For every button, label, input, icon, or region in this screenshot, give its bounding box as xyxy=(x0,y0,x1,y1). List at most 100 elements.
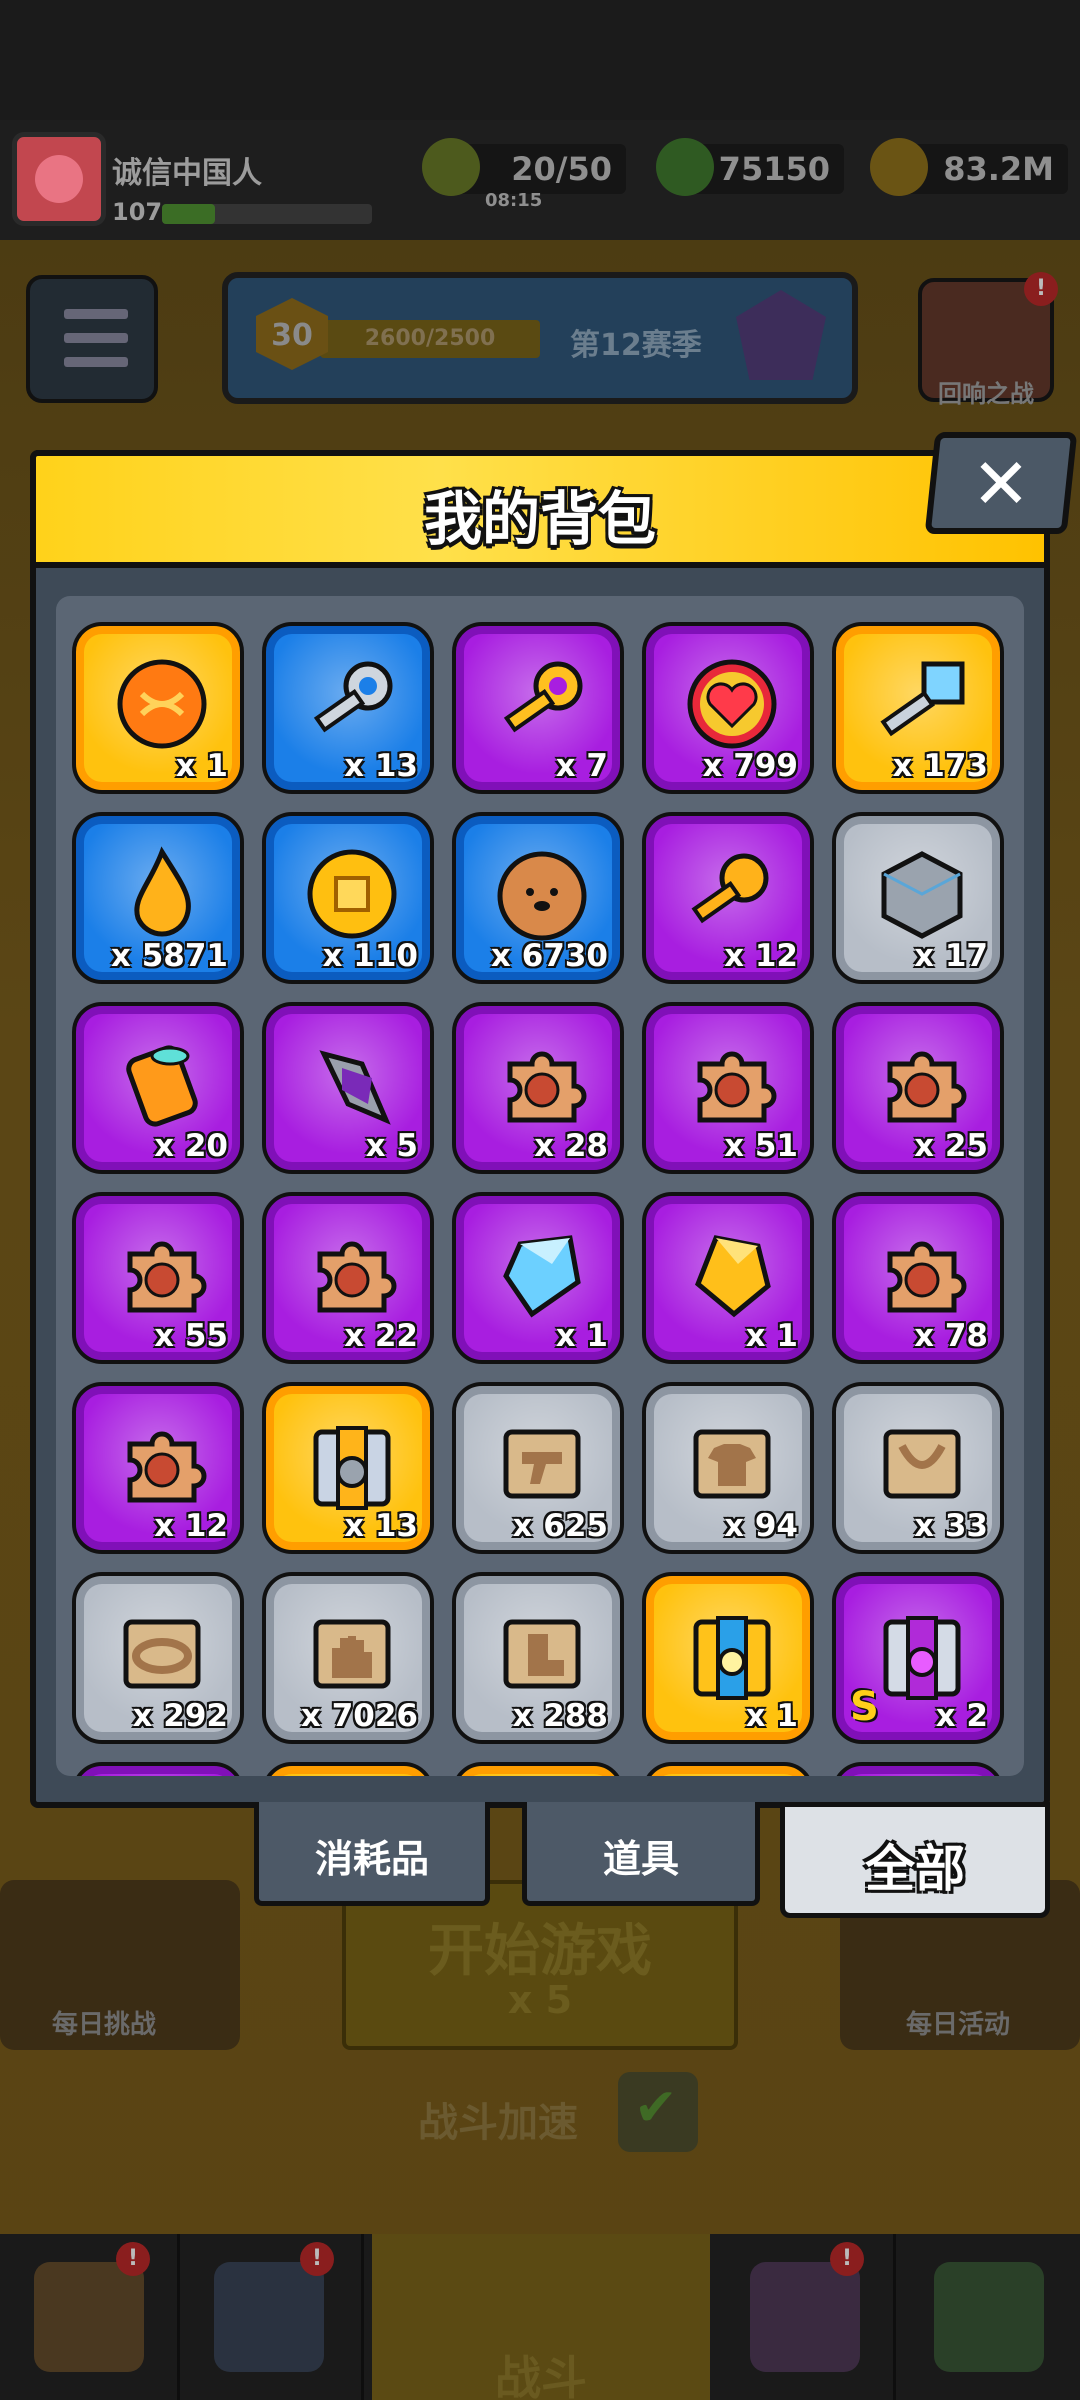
s-chest-icon xyxy=(883,1616,961,1700)
tab-label: 全部 xyxy=(865,1840,965,1898)
crystal-key-icon xyxy=(880,661,965,737)
shirt-scroll-icon xyxy=(693,1429,771,1499)
close-icon[interactable]: ✕ xyxy=(930,436,1072,532)
item-tile[interactable]: x 5871 xyxy=(72,812,244,984)
item-tile[interactable]: x 110 xyxy=(262,812,434,984)
item-tile-partial[interactable] xyxy=(72,1762,244,1776)
item-tile[interactable]: x 1 xyxy=(642,1572,814,1744)
item-grid[interactable]: x 1 x 13 x 7 x 799 x 173 x 5871 x 110 x 6730 x 1… xyxy=(56,596,1024,1776)
item-quantity: x 799 xyxy=(702,748,799,784)
item-tile[interactable]: x 6730 xyxy=(452,812,624,984)
menu-icon xyxy=(64,309,128,319)
item-quantity: x 1 xyxy=(745,1698,798,1734)
tab-label: 道具 xyxy=(602,1837,679,1881)
item-quantity: x 25 xyxy=(914,1128,988,1164)
paw-key-icon xyxy=(691,853,769,924)
item-quantity: x 2 xyxy=(935,1698,988,1734)
item-tile-partial[interactable] xyxy=(262,1762,434,1776)
treasure-chest-icon xyxy=(313,1426,391,1510)
item-tile[interactable]: x 78 xyxy=(832,1192,1004,1364)
item-tile[interactable]: x 799 xyxy=(642,622,814,794)
hero-puzzle-piece-icon xyxy=(887,1241,967,1313)
energy-resource[interactable]: 20/50 xyxy=(422,138,626,196)
item-quantity: x 94 xyxy=(724,1508,798,1544)
item-quantity: x 55 xyxy=(154,1318,228,1354)
item-quantity: x 20 xyxy=(154,1128,228,1164)
item-tile[interactable]: x 292 xyxy=(72,1572,244,1744)
silver-key-icon xyxy=(313,661,393,733)
tab-props[interactable]: 道具 xyxy=(522,1802,760,1906)
item-tile[interactable]: x 5 xyxy=(262,1002,434,1174)
item-quantity: x 51 xyxy=(724,1128,798,1164)
coins-value: 83.2M xyxy=(943,150,1054,188)
item-tile[interactable]: x 17 xyxy=(832,812,1004,984)
item-tile[interactable]: x 7 xyxy=(452,622,624,794)
item-tile[interactable]: x 28 xyxy=(452,1002,624,1174)
dark-crystal-icon xyxy=(319,1050,391,1125)
item-quantity: x 1 xyxy=(175,748,228,784)
item-tile[interactable]: x 25 xyxy=(832,1002,1004,1174)
gold-chest-icon xyxy=(693,1616,771,1700)
item-tile[interactable]: x 1 xyxy=(452,1192,624,1364)
item-tile[interactable]: x 20 xyxy=(72,1002,244,1174)
nav-battle-label: 战斗 xyxy=(495,2351,587,2400)
green-gem-plus-icon xyxy=(656,138,714,196)
item-tile[interactable]: x 13 xyxy=(262,1382,434,1554)
alert-icon: ! xyxy=(300,2242,334,2276)
menu-button[interactable] xyxy=(26,275,158,403)
item-tile-partial[interactable] xyxy=(452,1762,624,1776)
item-tile[interactable]: x 1 xyxy=(642,1192,814,1364)
item-quantity: x 13 xyxy=(344,1508,418,1544)
battle-speed-checkbox[interactable] xyxy=(618,2072,698,2152)
item-tile[interactable]: x 12 xyxy=(642,812,814,984)
power-cell-icon xyxy=(126,1045,198,1127)
item-tile[interactable]: x 173 xyxy=(832,622,1004,794)
item-tile[interactable]: Sx 2 xyxy=(832,1572,1004,1744)
tab-label: 消耗品 xyxy=(314,1837,429,1881)
alert-icon: ! xyxy=(116,2242,150,2276)
belt-scroll-icon xyxy=(123,1619,201,1689)
item-quantity: x 288 xyxy=(512,1698,609,1734)
gold-coin-icon xyxy=(307,849,397,939)
gold-gem-icon xyxy=(695,1235,771,1318)
item-tile[interactable]: x 94 xyxy=(642,1382,814,1554)
coins-resource[interactable]: 83.2M xyxy=(870,138,1068,196)
dna-icon xyxy=(934,2262,1044,2372)
tab-consumables[interactable]: 消耗品 xyxy=(254,1802,490,1906)
battle-speed-label: 战斗加速 xyxy=(418,2100,578,2146)
hero-puzzle-piece-icon xyxy=(887,1051,967,1123)
echo-battle-label: 回响之战 xyxy=(938,380,1034,408)
gems-resource[interactable]: 75150 xyxy=(656,138,844,196)
orange-swirl-orb-icon xyxy=(117,659,207,749)
item-tile[interactable]: x 51 xyxy=(642,1002,814,1174)
item-tile[interactable]: x 1 xyxy=(72,622,244,794)
boots-scroll-icon xyxy=(503,1619,581,1689)
item-quantity: x 17 xyxy=(914,938,988,974)
item-quantity: x 12 xyxy=(154,1508,228,1544)
energy-timer: 08:15 xyxy=(485,190,543,211)
player-avatar[interactable] xyxy=(12,132,106,226)
item-tile-partial[interactable] xyxy=(642,1762,814,1776)
item-tile[interactable]: x 288 xyxy=(452,1572,624,1744)
item-tile[interactable]: x 55 xyxy=(72,1192,244,1364)
hero-puzzle-piece-icon xyxy=(317,1241,397,1313)
s-rank-badge: S xyxy=(850,1684,879,1730)
item-quantity: x 28 xyxy=(534,1128,608,1164)
season-name: 第12赛季 xyxy=(570,328,702,363)
item-tile-partial[interactable] xyxy=(832,1762,1004,1776)
item-quantity: x 22 xyxy=(344,1318,418,1354)
item-quantity: x 625 xyxy=(512,1508,609,1544)
daily-challenge-label: 每日挑战 xyxy=(52,2010,157,2040)
item-tile[interactable]: x 12 xyxy=(72,1382,244,1554)
item-tile[interactable]: x 625 xyxy=(452,1382,624,1554)
item-tile[interactable]: x 22 xyxy=(262,1192,434,1364)
xp-bar-fill xyxy=(162,204,215,224)
item-quantity: x 1 xyxy=(555,1318,608,1354)
item-tile[interactable]: x 33 xyxy=(832,1382,1004,1554)
item-tile[interactable]: x 13 xyxy=(262,622,434,794)
tab-all[interactable]: 全部 xyxy=(780,1802,1050,1918)
shield-star-icon xyxy=(214,2262,324,2372)
glove-scroll-icon xyxy=(313,1619,391,1689)
item-tile[interactable]: x 7026 xyxy=(262,1572,434,1744)
lightning-icon xyxy=(422,138,480,196)
